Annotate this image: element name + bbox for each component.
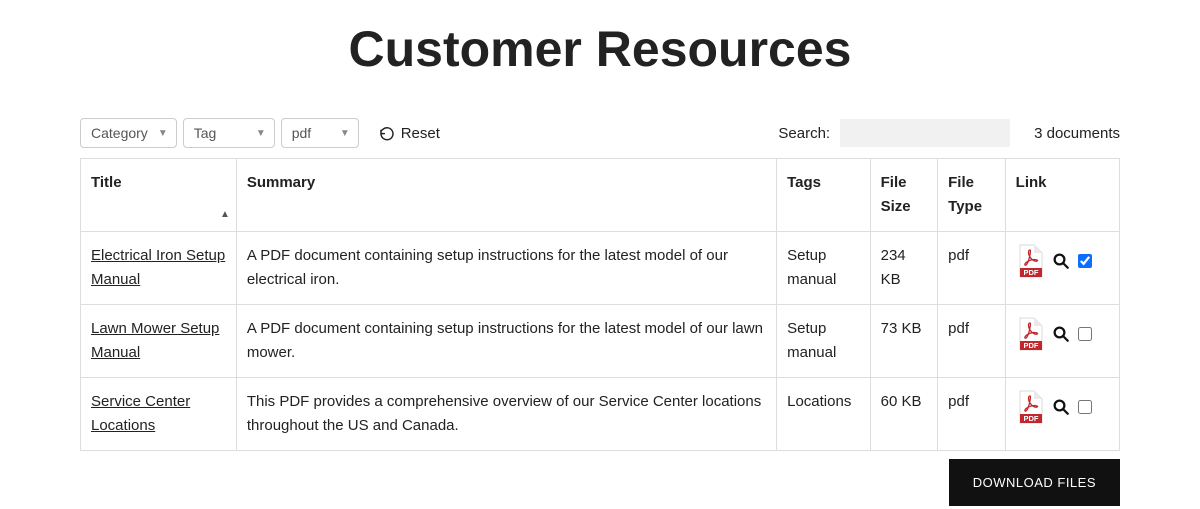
pdf-file-icon[interactable]: PDF <box>1016 317 1044 351</box>
chevron-down-icon: ▼ <box>158 128 168 139</box>
table-row: Electrical Iron Setup Manual A PDF docume… <box>81 232 1120 305</box>
documents-table: Title ▲ Summary Tags File Size File Type… <box>80 158 1120 451</box>
document-title-link[interactable]: Electrical Iron Setup Manual <box>91 247 225 288</box>
table-row: Service Center Locations This PDF provide… <box>81 378 1120 451</box>
column-header-title[interactable]: Title ▲ <box>81 159 237 232</box>
document-summary: A PDF document containing setup instruct… <box>236 232 776 305</box>
reset-button-label: Reset <box>401 125 440 142</box>
search-input[interactable] <box>840 119 1010 147</box>
svg-text:PDF: PDF <box>1023 268 1038 277</box>
chevron-down-icon: ▼ <box>256 128 266 139</box>
category-filter[interactable]: Category ▼ <box>80 118 177 148</box>
document-file-size: 60 KB <box>870 378 938 451</box>
reset-button[interactable]: Reset <box>373 121 446 146</box>
tag-filter[interactable]: Tag ▼ <box>183 118 275 148</box>
download-files-button[interactable]: DOWNLOAD FILES <box>949 459 1120 506</box>
document-tags: Locations <box>777 378 871 451</box>
pdf-file-icon[interactable]: PDF <box>1016 390 1044 424</box>
preview-icon[interactable] <box>1052 252 1070 270</box>
preview-icon[interactable] <box>1052 398 1070 416</box>
search-label: Search: <box>778 125 830 142</box>
category-filter-value: Category <box>91 125 148 141</box>
select-row-checkbox[interactable] <box>1078 254 1092 268</box>
sort-asc-icon: ▲ <box>220 207 230 223</box>
document-tags: Setup manual <box>777 232 871 305</box>
select-row-checkbox[interactable] <box>1078 400 1092 414</box>
column-header-tags[interactable]: Tags <box>777 159 871 232</box>
document-file-type: pdf <box>938 305 1006 378</box>
document-file-type: pdf <box>938 232 1006 305</box>
column-header-summary[interactable]: Summary <box>236 159 776 232</box>
select-row-checkbox[interactable] <box>1078 327 1092 341</box>
tag-filter-value: Tag <box>194 125 217 141</box>
document-tags: Setup manual <box>777 305 871 378</box>
document-file-type: pdf <box>938 378 1006 451</box>
preview-icon[interactable] <box>1052 325 1070 343</box>
filetype-filter[interactable]: pdf ▼ <box>281 118 359 148</box>
document-summary: This PDF provides a comprehensive overvi… <box>236 378 776 451</box>
column-header-file-type[interactable]: File Type <box>938 159 1006 232</box>
document-file-size: 234 KB <box>870 232 938 305</box>
column-header-link[interactable]: Link <box>1005 159 1119 232</box>
svg-text:PDF: PDF <box>1023 414 1038 423</box>
svg-text:PDF: PDF <box>1023 341 1038 350</box>
document-count: 3 documents <box>1034 125 1120 142</box>
pdf-file-icon[interactable]: PDF <box>1016 244 1044 278</box>
document-title-link[interactable]: Lawn Mower Setup Manual <box>91 320 219 361</box>
filter-toolbar: Category ▼ Tag ▼ pdf ▼ Reset Search: 3 d… <box>80 118 1120 148</box>
undo-icon <box>379 125 395 141</box>
document-summary: A PDF document containing setup instruct… <box>236 305 776 378</box>
table-row: Lawn Mower Setup Manual A PDF document co… <box>81 305 1120 378</box>
chevron-down-icon: ▼ <box>340 128 350 139</box>
document-file-size: 73 KB <box>870 305 938 378</box>
page-title: Customer Resources <box>80 20 1120 78</box>
filetype-filter-value: pdf <box>292 125 311 141</box>
document-title-link[interactable]: Service Center Locations <box>91 393 190 434</box>
column-header-file-size[interactable]: File Size <box>870 159 938 232</box>
